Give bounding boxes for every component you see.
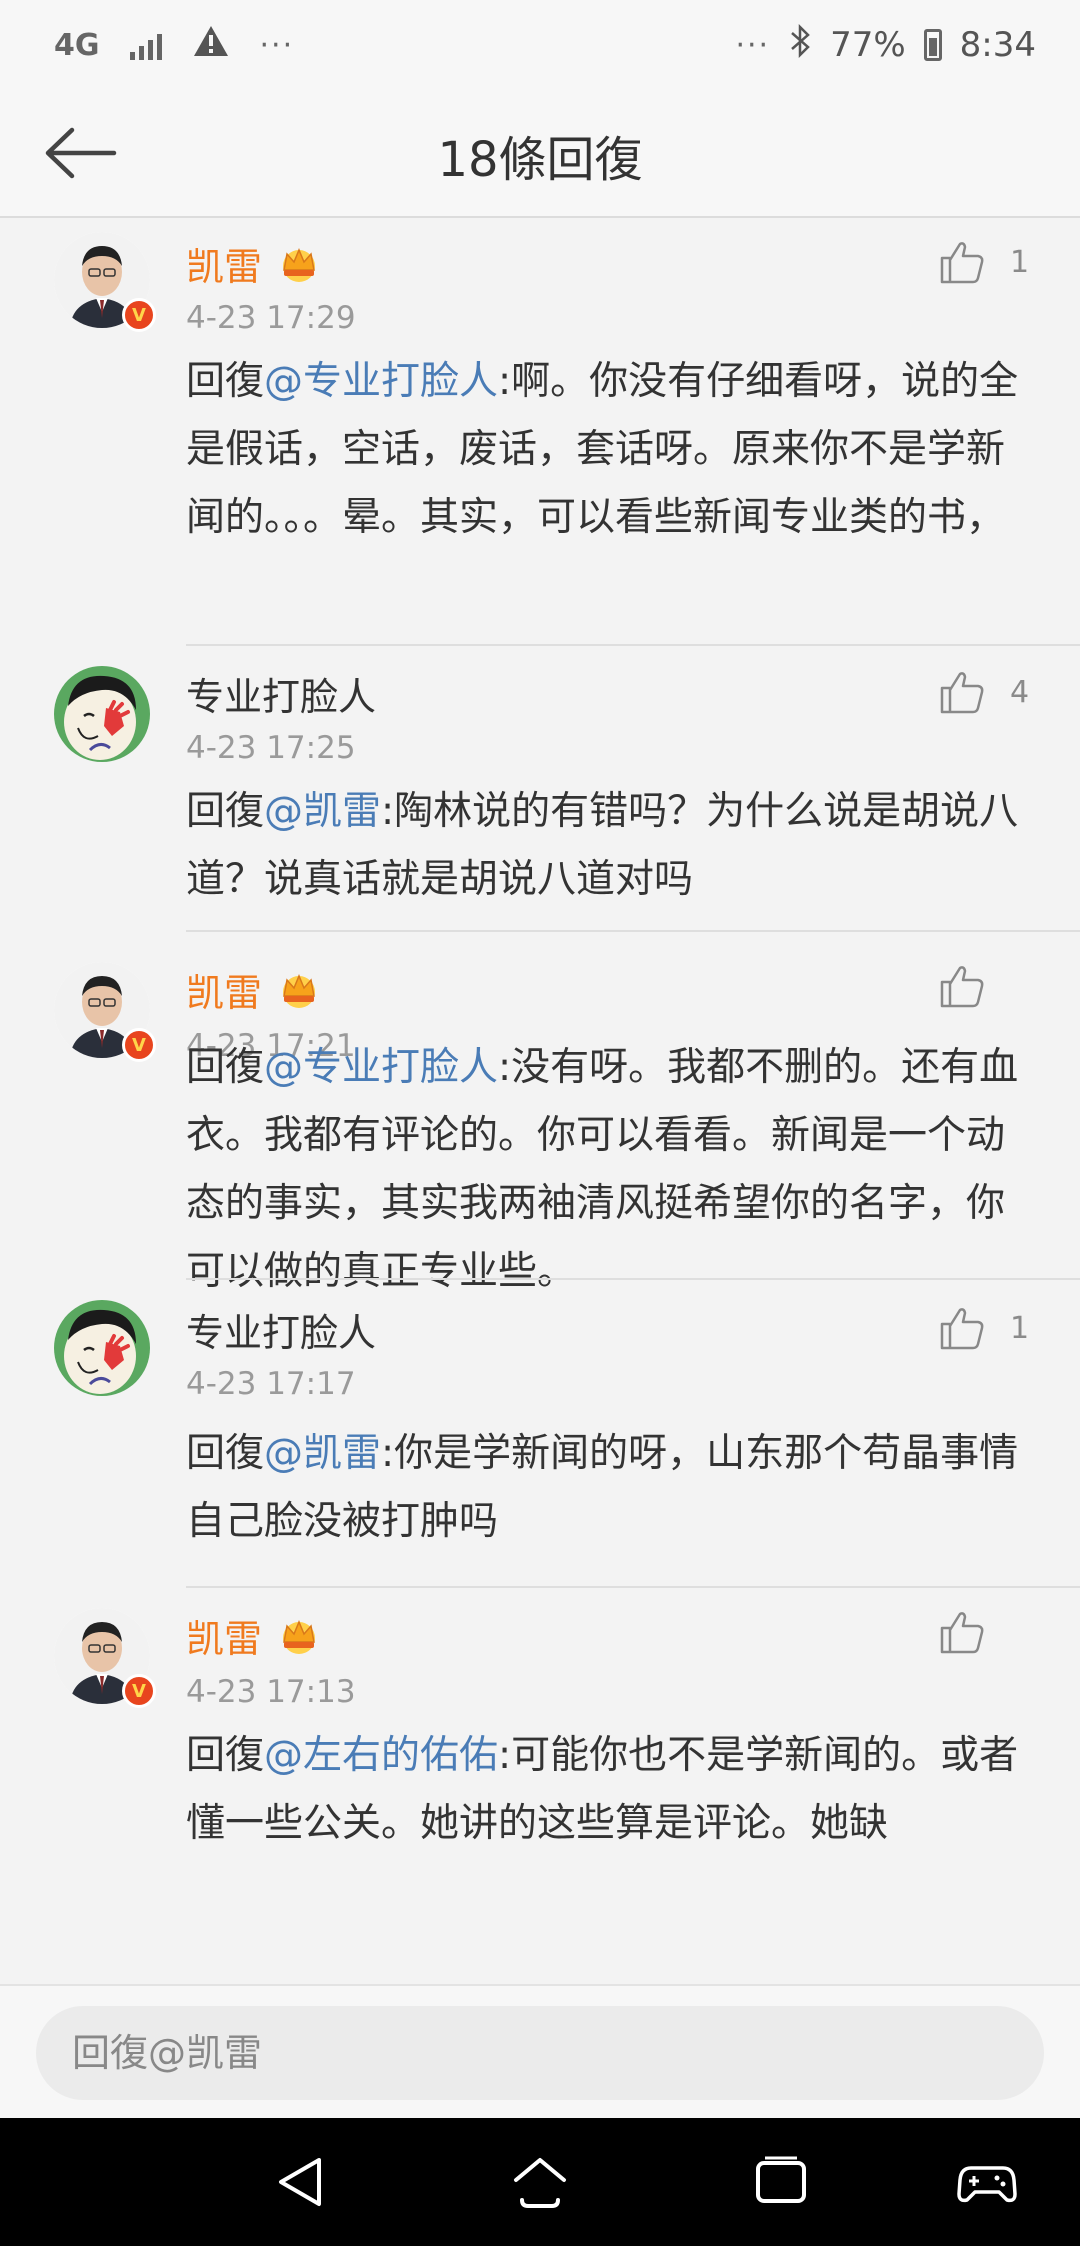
thumbs-up-icon (940, 672, 984, 714)
nav-game-button[interactable] (952, 2152, 1022, 2212)
more-status-icon: ··· (735, 27, 771, 63)
thumbs-up-icon (940, 242, 984, 284)
comment-timestamp: 4-23 17:13 (186, 1674, 356, 1710)
crown-vip-icon (283, 973, 316, 1008)
comment-timestamp: 4-23 17:17 (186, 1366, 356, 1402)
comment-item: 专业打脸人 4-23 17:25 4 回復@凯雷:陶林说的有错吗？为什么说是胡说… (0, 646, 1080, 932)
verified-badge-icon: V (122, 1028, 156, 1062)
clock: 8:34 (959, 25, 1036, 65)
thumbs-up-icon (940, 966, 984, 1008)
avatar[interactable]: V (54, 232, 156, 332)
like-button[interactable] (938, 1602, 1030, 1662)
header: 18條回復 (0, 90, 1080, 218)
comment-list[interactable]: V 凯雷 4-23 17:29 1 回復@专业打脸人:啊。你没有仔细看呀，说的全… (0, 218, 1080, 1984)
signal-icon (129, 30, 162, 60)
comment-body: 回復@凯雷:你是学新闻的呀，山东那个苟晶事情自己脸没被打肿吗 (186, 1420, 1036, 1556)
comment-item: V 凯雷 4-23 17:21 回復@专业打脸人:没有呀。我都不删的。还有血衣。… (0, 932, 1080, 1294)
thumbs-up-icon (940, 1612, 984, 1654)
username-text: 凯雷 (186, 1617, 263, 1661)
mention-link[interactable]: @凯雷 (264, 1431, 381, 1476)
avatar[interactable] (54, 666, 150, 762)
network-type: 4G (54, 27, 100, 63)
mention-link[interactable]: @专业打脸人 (264, 1045, 498, 1090)
comment-body: 回復@专业打脸人:没有呀。我都不删的。还有血衣。我都有评论的。你可以看看。新闻是… (186, 1034, 1036, 1306)
reply-prefix: 回復 (186, 359, 265, 404)
username-text: 凯雷 (186, 245, 263, 289)
reply-prefix: 回復 (186, 789, 265, 834)
like-button[interactable] (938, 956, 1030, 1016)
crown-vip-icon (283, 1619, 316, 1654)
like-count: 1 (1010, 1310, 1030, 1346)
recents-icon (756, 2156, 806, 2203)
username-text: 凯雷 (186, 971, 263, 1015)
like-count: 1 (1010, 244, 1030, 280)
bluetooth-icon (788, 23, 812, 68)
comment-item: 专业打脸人 4-23 17:17 1 回復@凯雷:你是学新闻的呀，山东那个苟晶事… (0, 1280, 1080, 1588)
nav-back-button[interactable] (266, 2152, 336, 2212)
reply-prefix: 回復 (186, 1733, 265, 1778)
status-bar-left: 4G ··· (54, 22, 294, 68)
status-bar-right: ··· 77% 8:34 (735, 23, 1036, 68)
thumbs-up-icon (940, 1308, 984, 1350)
reply-prefix: 回復 (186, 1431, 265, 1476)
comment-username[interactable]: 凯雷 (186, 1608, 322, 1663)
username-text: 专业打脸人 (186, 1311, 377, 1355)
more-notifications-icon: ··· (259, 27, 295, 63)
comment-timestamp: 4-23 17:25 (186, 730, 356, 766)
avatar[interactable] (54, 1300, 150, 1396)
status-bar: 4G ··· ··· 77% 8:34 (0, 0, 1080, 90)
triangle-back-icon (279, 2158, 321, 2206)
comment-username[interactable]: 凯雷 (186, 236, 322, 291)
warning-icon (192, 22, 230, 68)
comment-username[interactable]: 凯雷 (186, 962, 322, 1017)
comment-timestamp: 4-23 17:29 (186, 300, 356, 336)
like-button[interactable]: 1 (938, 1298, 1030, 1358)
reply-prefix: 回復 (186, 1045, 265, 1090)
like-count: 4 (1010, 674, 1030, 710)
avatar[interactable]: V (54, 1608, 156, 1708)
comment-item: V 凯雷 4-23 17:29 1 回復@专业打脸人:啊。你没有仔细看呀，说的全… (0, 218, 1080, 646)
avatar[interactable]: V (54, 962, 156, 1062)
reply-bar (0, 1984, 1080, 2118)
comment-username[interactable]: 专业打脸人 (186, 666, 376, 721)
crown-vip-icon (283, 247, 316, 282)
mention-link[interactable]: @专业打脸人 (264, 359, 498, 404)
comment-body: 回復@专业打脸人:啊。你没有仔细看呀，说的全是假话，空话，废话，套话呀。原来你不… (186, 348, 1036, 552)
verified-badge-icon: V (122, 1674, 156, 1708)
username-text: 专业打脸人 (186, 675, 377, 719)
comment-username[interactable]: 专业打脸人 (186, 1302, 376, 1357)
system-nav-bar (0, 2118, 1080, 2246)
verified-badge-icon: V (122, 298, 156, 332)
like-button[interactable]: 4 (938, 662, 1030, 722)
comment-body: 回復@凯雷:陶林说的有错吗？为什么说是胡说八道？说真话就是胡说八道对吗 (186, 778, 1036, 914)
reply-input[interactable] (36, 2006, 1044, 2100)
home-icon (514, 2158, 566, 2208)
like-button[interactable]: 1 (938, 232, 1030, 292)
comment-item: V 凯雷 4-23 17:13 回復@左右的佑佑:可能你也不是学新闻的。或者懂一… (0, 1588, 1080, 1984)
mention-link[interactable]: @左右的佑佑 (264, 1733, 498, 1778)
battery-percent: 77% (830, 25, 906, 65)
comment-body: 回復@左右的佑佑:可能你也不是学新闻的。或者懂一些公关。她讲的这些算是评论。她缺 (186, 1722, 1036, 1858)
gamepad-icon (957, 2166, 1017, 2203)
battery-icon (923, 29, 942, 61)
page-title: 18條回復 (437, 132, 643, 188)
mention-link[interactable]: @凯雷 (264, 789, 381, 834)
nav-home-button[interactable] (505, 2152, 575, 2212)
nav-recents-button[interactable] (746, 2152, 816, 2212)
